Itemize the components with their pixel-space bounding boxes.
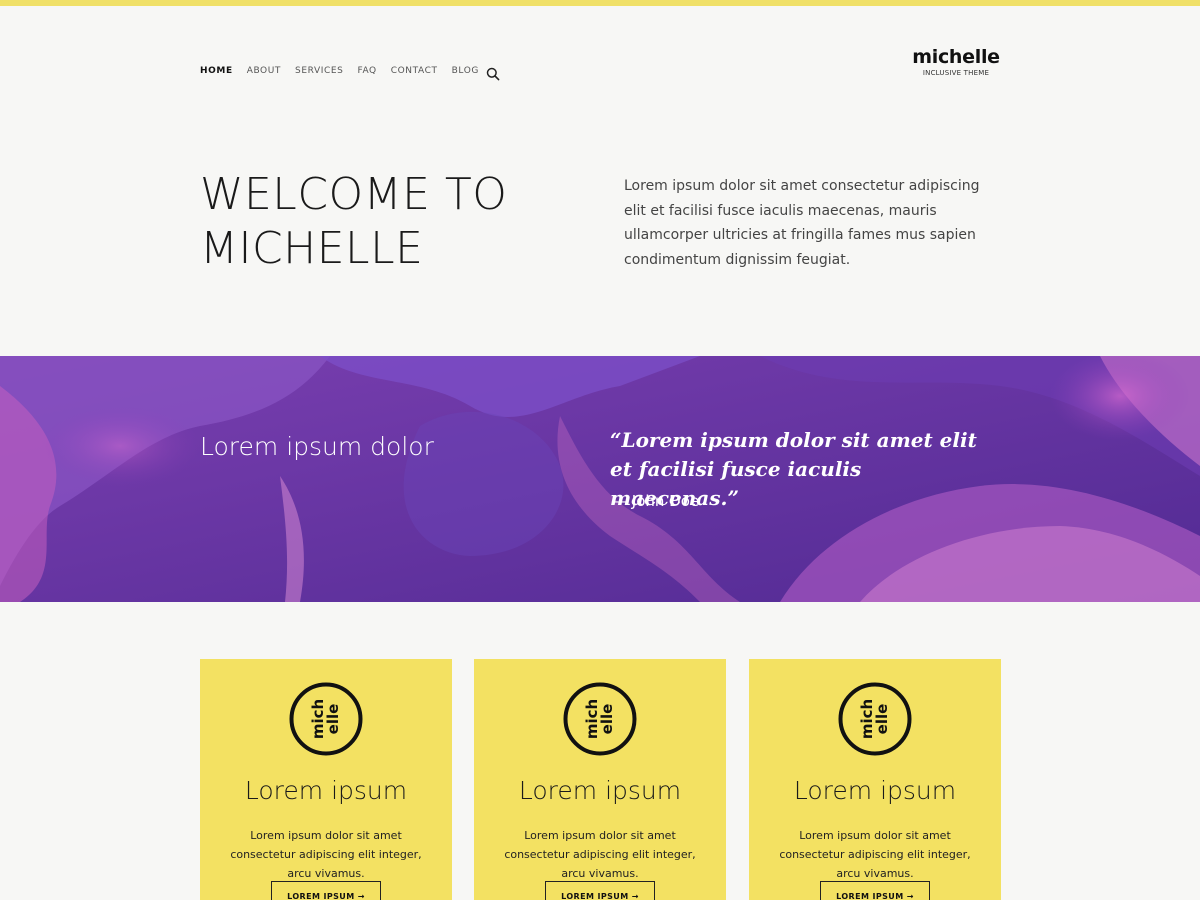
intro-paragraph: Lorem ipsum dolor sit amet consectetur a… [624, 178, 980, 268]
marble-banner [0, 356, 1200, 602]
michelle-circle-logo-icon: mich elle [289, 682, 363, 756]
svg-text:elle: elle [873, 704, 891, 735]
michelle-circle-logo-icon: mich elle [563, 682, 637, 756]
card-title: Lorem ipsum [518, 776, 682, 805]
card-button[interactable]: LOREM IPSUM → [820, 881, 930, 900]
nav-item-blog[interactable]: BLOG [452, 66, 479, 76]
svg-text:elle: elle [324, 704, 342, 735]
brand-name: michelle [912, 46, 1000, 68]
card-text: Lorem ipsum dolor sit amet consectetur a… [230, 829, 422, 880]
feature-card: mich elle Lorem ipsum Lorem ipsum dolor … [749, 659, 1001, 900]
nav-item-contact[interactable]: CONTACT [391, 66, 438, 76]
search-button[interactable] [486, 66, 500, 81]
svg-text:elle: elle [598, 704, 616, 735]
page-title: WELCOME TO MICHELLE [200, 169, 508, 274]
card-button[interactable]: LOREM IPSUM → [545, 881, 655, 900]
feature-card: mich elle Lorem ipsum Lorem ipsum dolor … [200, 659, 452, 900]
card-title: Lorem ipsum [793, 776, 957, 805]
marble-background-image [0, 356, 1200, 602]
nav-item-home[interactable]: HOME [200, 66, 233, 76]
michelle-circle-logo-icon: mich elle [838, 682, 912, 756]
card-title: Lorem ipsum [244, 776, 408, 805]
nav-item-faq[interactable]: FAQ [358, 66, 377, 76]
testimonial-author: — John Doe [612, 492, 700, 510]
brand-logo[interactable]: michelle INCLUSIVE THEME [910, 46, 1002, 77]
feature-card: mich elle Lorem ipsum Lorem ipsum dolor … [474, 659, 726, 900]
card-text: Lorem ipsum dolor sit amet consectetur a… [504, 829, 696, 880]
banner-heading: Lorem ipsum dolor [200, 432, 434, 461]
card-text: Lorem ipsum dolor sit amet consectetur a… [779, 829, 971, 880]
nav-item-services[interactable]: SERVICES [295, 66, 343, 76]
brand-tagline: INCLUSIVE THEME [922, 69, 990, 77]
search-icon [486, 67, 500, 81]
main-nav: HOME ABOUT SERVICES FAQ CONTACT BLOG [200, 66, 493, 76]
nav-item-about[interactable]: ABOUT [247, 66, 281, 76]
top-accent-bar [0, 0, 1200, 6]
card-button[interactable]: LOREM IPSUM → [271, 881, 381, 900]
